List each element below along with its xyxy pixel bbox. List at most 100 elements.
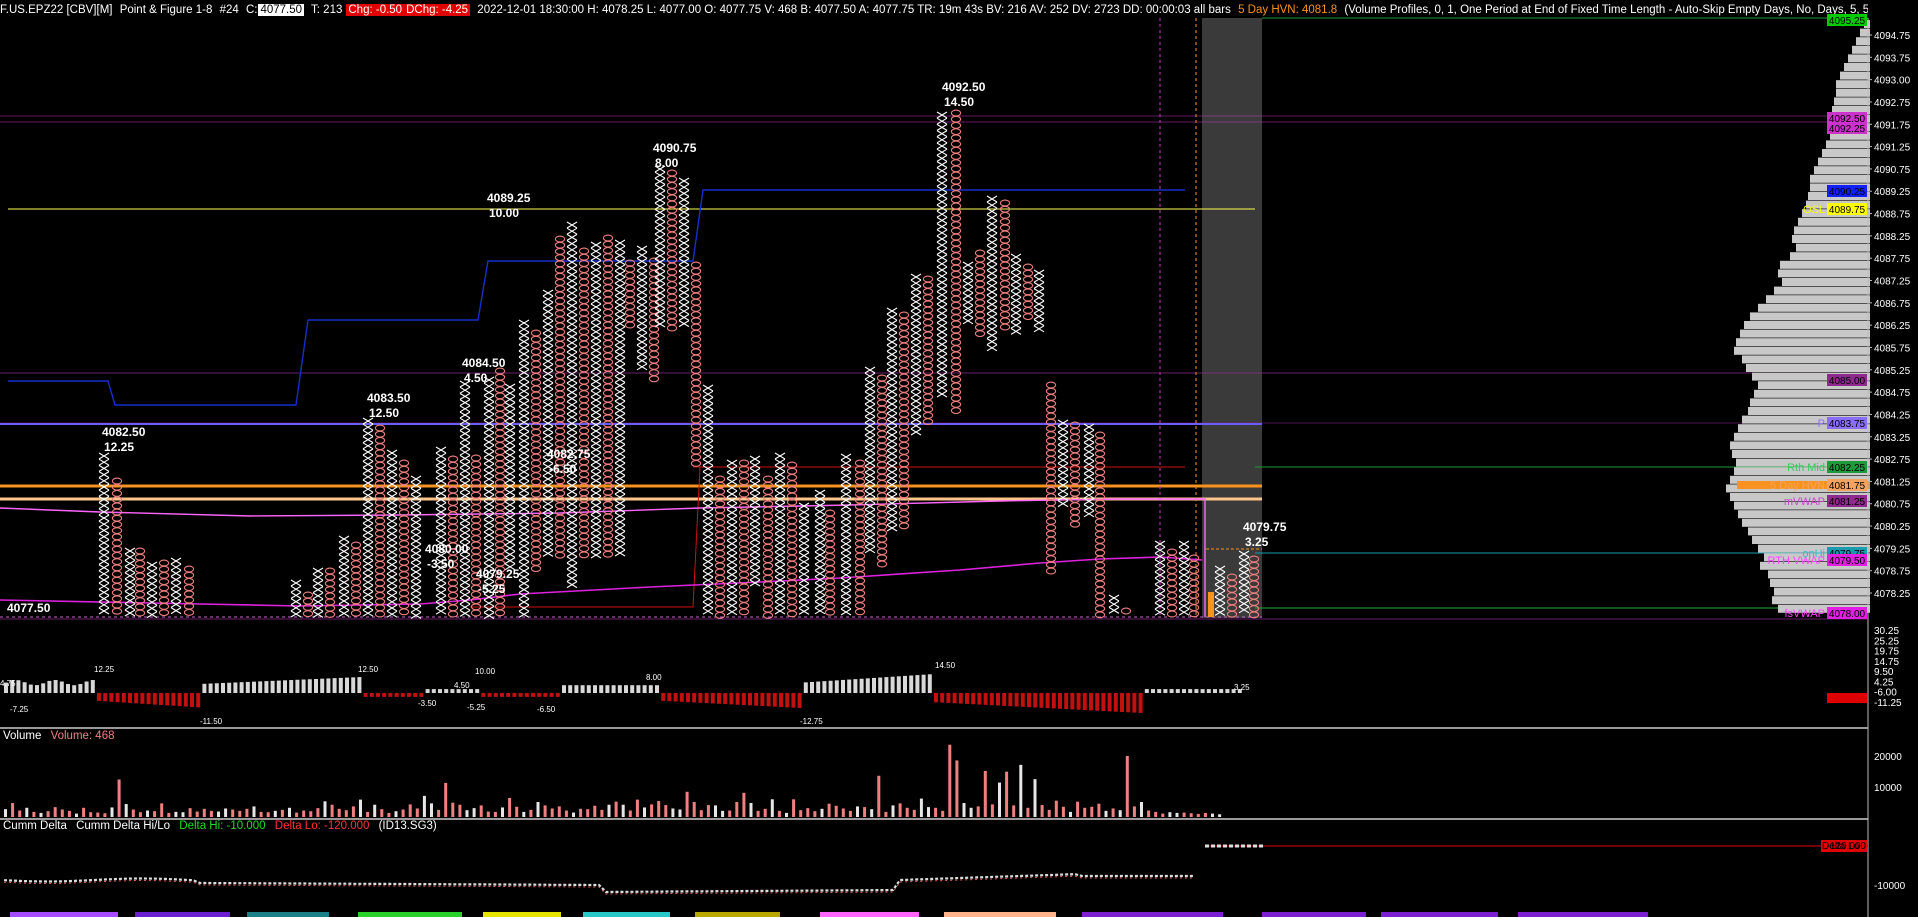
profile-bar xyxy=(1738,510,1870,519)
pf-o-box xyxy=(714,568,726,576)
pf-o-box xyxy=(690,447,702,455)
pf-o-box xyxy=(690,385,702,393)
pf-o-box xyxy=(602,308,614,316)
pf-x-box xyxy=(702,551,714,559)
pf-x-box xyxy=(566,550,578,558)
pf-o-box xyxy=(824,534,836,542)
pf-o-box xyxy=(602,476,614,484)
pf-x-box xyxy=(614,394,626,402)
pf-x-box xyxy=(840,490,852,498)
osc-value-label: -11.50 xyxy=(200,717,223,726)
pf-x-box xyxy=(886,307,898,315)
pf-o-box xyxy=(1045,443,1057,451)
pf-o-box xyxy=(898,323,910,331)
pf-x-box xyxy=(614,431,626,439)
price-tick-label: 4080.75 xyxy=(1874,500,1911,511)
delta-pane-label: Cumm Delta Cumm Delta Hi/Lo Delta Hi: -1… xyxy=(3,820,443,832)
osc-bar xyxy=(332,678,337,693)
pf-x-box xyxy=(886,462,898,470)
pf-o-box xyxy=(950,338,962,346)
pf-x-box xyxy=(542,339,554,347)
pf-o-box xyxy=(374,567,386,575)
pf-x-box xyxy=(614,406,626,414)
volume-bar xyxy=(990,804,994,817)
chart-canvas[interactable]: 4082.5012.254083.5012.504080.00-3.504084… xyxy=(0,0,1918,917)
pf-x-box xyxy=(483,599,495,607)
pf-o-box xyxy=(854,471,866,479)
pf-o-box xyxy=(950,407,962,415)
volume-bar xyxy=(572,812,575,817)
reversal-size-label: -5.25 xyxy=(478,582,506,596)
osc-bar xyxy=(221,682,225,693)
bottom-toolbar-tab[interactable] xyxy=(1518,912,1648,917)
bottom-toolbar-tab[interactable] xyxy=(135,912,230,917)
pf-o-box xyxy=(374,604,386,612)
pf-o-box xyxy=(578,321,590,329)
bottom-toolbar-tab[interactable] xyxy=(944,912,1056,917)
bottom-toolbar-tab[interactable] xyxy=(10,912,118,917)
pf-o-box xyxy=(1094,443,1106,451)
pf-x-box xyxy=(886,512,898,520)
pf-o-box xyxy=(824,565,836,573)
profile-bar xyxy=(1742,518,1870,527)
pf-o-box xyxy=(876,405,888,413)
pf-o-box xyxy=(1094,512,1106,520)
volume-bar xyxy=(1203,812,1207,817)
pf-x-box xyxy=(910,409,922,417)
bottom-toolbar-tab[interactable] xyxy=(1381,912,1498,917)
osc-bar xyxy=(264,681,269,693)
volume-bar xyxy=(202,808,206,817)
bottom-toolbar-tab[interactable] xyxy=(583,912,670,917)
pf-x-box xyxy=(459,578,471,586)
pf-o-box xyxy=(602,401,614,409)
osc-bar xyxy=(394,693,399,697)
bottom-toolbar-tab[interactable] xyxy=(820,912,919,917)
osc-bar xyxy=(841,679,845,693)
pf-o-box xyxy=(494,379,506,387)
pf-x-box xyxy=(386,523,398,531)
pf-o-box xyxy=(554,235,566,243)
bottom-toolbar-tab[interactable] xyxy=(358,912,462,917)
pf-x-box xyxy=(798,564,810,572)
chart-window[interactable]: F.US.EPZ22 [CBV][M] Point & Figure 1-8 #… xyxy=(0,0,1918,917)
pf-o-box xyxy=(762,537,774,545)
pf-o-box xyxy=(1045,567,1057,575)
pf-o-box xyxy=(762,487,774,495)
pf-x-box xyxy=(654,239,666,247)
pf-x-box xyxy=(614,276,626,284)
pf-x-box xyxy=(98,471,110,479)
volume-bar xyxy=(75,813,78,817)
pf-x-box xyxy=(886,468,898,476)
bottom-toolbar-tab[interactable] xyxy=(695,912,780,917)
pf-o-box xyxy=(374,585,386,593)
pf-x-box xyxy=(798,514,810,522)
osc-bar xyxy=(357,677,362,693)
pf-o-box xyxy=(974,317,986,325)
osc-bar xyxy=(345,677,349,693)
price-tick-label: 4086.25 xyxy=(1874,321,1911,332)
pf-x-box xyxy=(590,340,602,348)
pf-x-box xyxy=(98,576,110,584)
pf-x-box xyxy=(986,344,998,352)
pf-o-box xyxy=(950,190,962,198)
bottom-toolbar-tab[interactable] xyxy=(247,912,329,917)
pf-o-box xyxy=(494,559,506,567)
bottom-toolbar-tab[interactable] xyxy=(1262,912,1366,917)
pf-o-box xyxy=(786,604,798,612)
bottom-toolbar-tab[interactable] xyxy=(1082,912,1223,917)
pf-x-box xyxy=(518,400,530,408)
osc-bar xyxy=(16,680,21,693)
pf-o-box xyxy=(898,404,910,412)
volume-bar xyxy=(394,811,398,817)
pf-o-box xyxy=(470,491,482,499)
volume-bar xyxy=(1182,812,1186,817)
pf-o-box xyxy=(666,212,678,220)
pf-x-box xyxy=(483,426,495,434)
bottom-toolbar-tab[interactable] xyxy=(483,912,561,917)
delta-hilo: Cumm Delta Hi/Lo xyxy=(76,820,171,832)
pf-x-box xyxy=(435,520,447,528)
pf-o-box xyxy=(974,299,986,307)
pf-x-box xyxy=(459,585,471,593)
pf-x-box xyxy=(504,408,516,416)
pf-x-box xyxy=(774,607,786,615)
